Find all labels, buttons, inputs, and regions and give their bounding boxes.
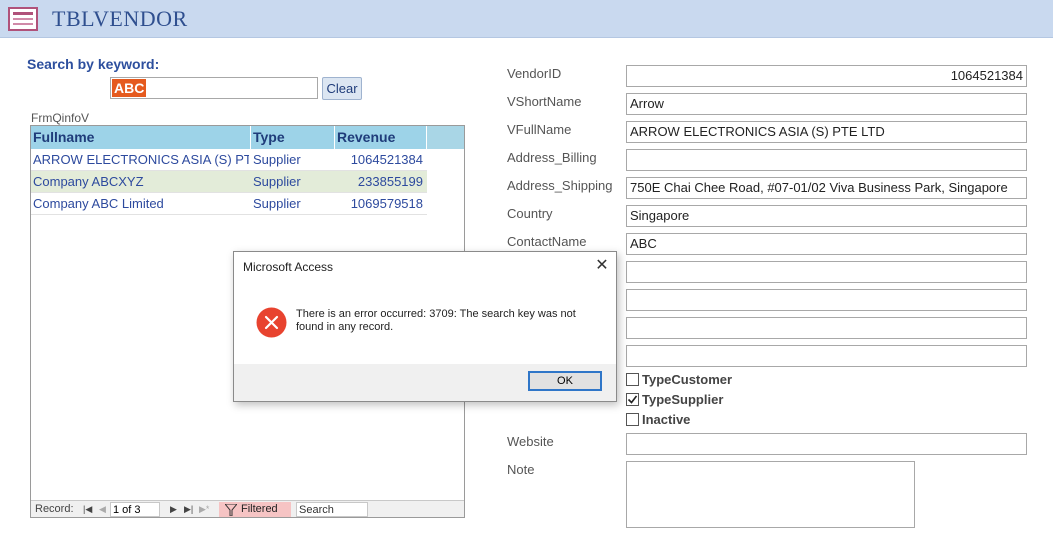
error-icon [256, 307, 287, 338]
form-title: TBLVENDOR [52, 6, 188, 31]
address-billing-field[interactable] [626, 149, 1027, 171]
cell-type[interactable]: Supplier [251, 171, 335, 192]
nav-search-input[interactable]: Search [296, 502, 368, 517]
label-vfullname: VFullName [507, 122, 572, 137]
label-vendorid: VendorID [507, 66, 562, 81]
checkmark-icon [627, 395, 638, 404]
form-icon [8, 7, 38, 31]
inactive-label: Inactive [642, 412, 691, 427]
label-vshortname: VShortName [507, 94, 582, 109]
extra-field-3[interactable] [626, 317, 1027, 339]
dialog-footer: OK [234, 364, 616, 401]
label-address-shipping: Address_Shipping [507, 178, 613, 193]
cell-fullname[interactable]: Company ABCXYZ [31, 171, 249, 192]
cell-fullname[interactable]: Company ABC Limited [31, 193, 249, 214]
cell-revenue[interactable]: 233855199 [335, 171, 427, 192]
dialog-message: There is an error occurred: 3709: The se… [296, 308, 576, 333]
cell-type[interactable]: Supplier [251, 149, 335, 170]
search-label: Search by keyword: [27, 56, 160, 72]
vendorid-field[interactable]: 1064521384 [626, 65, 1027, 87]
record-label: Record: [35, 503, 74, 515]
table-row-selected[interactable]: Company ABCXYZ Supplier 233855199 [31, 171, 427, 193]
clear-button[interactable]: Clear [322, 77, 362, 100]
address-shipping-field[interactable]: 750E Chai Chee Road, #07-01/02 Viva Busi… [626, 177, 1027, 199]
new-record-icon[interactable]: ▶* [199, 502, 209, 517]
typecustomer-checkbox[interactable] [626, 373, 639, 386]
website-field[interactable] [626, 433, 1027, 455]
dialog-title: Microsoft Access [243, 260, 334, 274]
search-input[interactable]: ABC [110, 77, 318, 99]
cell-type[interactable]: Supplier [251, 193, 335, 214]
error-dialog: Microsoft Access ✕ There is an error occ… [233, 251, 617, 402]
extra-field-4[interactable] [626, 345, 1027, 367]
grid-header: Fullname Type Revenue [31, 126, 427, 149]
note-field[interactable] [626, 461, 915, 528]
cell-revenue[interactable]: 1069579518 [335, 193, 427, 214]
inactive-checkbox[interactable] [626, 413, 639, 426]
column-header-type[interactable]: Type [251, 126, 335, 149]
extra-field-1[interactable] [626, 261, 1027, 283]
label-contactname: ContactName [507, 234, 587, 249]
column-header-fullname[interactable]: Fullname [31, 126, 251, 149]
table-row[interactable]: Company ABC Limited Supplier 1069579518 [31, 193, 427, 215]
typesupplier-label: TypeSupplier [642, 392, 724, 407]
label-country: Country [507, 206, 553, 221]
search-input-value: ABC [112, 79, 147, 97]
vfullname-field[interactable]: ARROW ELECTRONICS ASIA (S) PTE LTD [626, 121, 1027, 143]
filtered-label: Filtered [241, 503, 278, 515]
record-navigation-bar: Record: |◀ ◀ 1 of 3 ▶ ▶| ▶* Filtered Sea… [31, 500, 464, 517]
vshortname-field[interactable]: Arrow [626, 93, 1027, 115]
close-icon[interactable]: ✕ [592, 256, 612, 276]
extra-field-2[interactable] [626, 289, 1027, 311]
grid-header-filler [427, 126, 464, 149]
ok-button[interactable]: OK [528, 371, 602, 391]
prev-record-icon[interactable]: ◀ [99, 502, 106, 517]
filtered-toggle[interactable]: Filtered [219, 502, 291, 517]
country-field[interactable]: Singapore [626, 205, 1027, 227]
first-record-icon[interactable]: |◀ [83, 502, 92, 517]
form-header: TBLVENDOR [0, 0, 1053, 38]
label-note: Note [507, 462, 535, 477]
cell-revenue[interactable]: 1064521384 [335, 149, 427, 170]
filter-icon [225, 504, 237, 516]
subform-caption: FrmQinfoV [31, 111, 90, 125]
contactname-field[interactable]: ABC [626, 233, 1027, 255]
last-record-icon[interactable]: ▶| [184, 502, 193, 517]
column-header-revenue[interactable]: Revenue [335, 126, 427, 149]
typecustomer-label: TypeCustomer [642, 372, 733, 387]
label-address-billing: Address_Billing [507, 150, 597, 165]
table-row[interactable]: ARROW ELECTRONICS ASIA (S) PTE L Supplie… [31, 149, 427, 171]
next-record-icon[interactable]: ▶ [170, 502, 177, 517]
current-record-field[interactable]: 1 of 3 [110, 502, 160, 517]
cell-fullname[interactable]: ARROW ELECTRONICS ASIA (S) PTE L [31, 149, 249, 170]
typesupplier-checkbox[interactable] [626, 393, 639, 406]
label-website: Website [507, 434, 554, 449]
